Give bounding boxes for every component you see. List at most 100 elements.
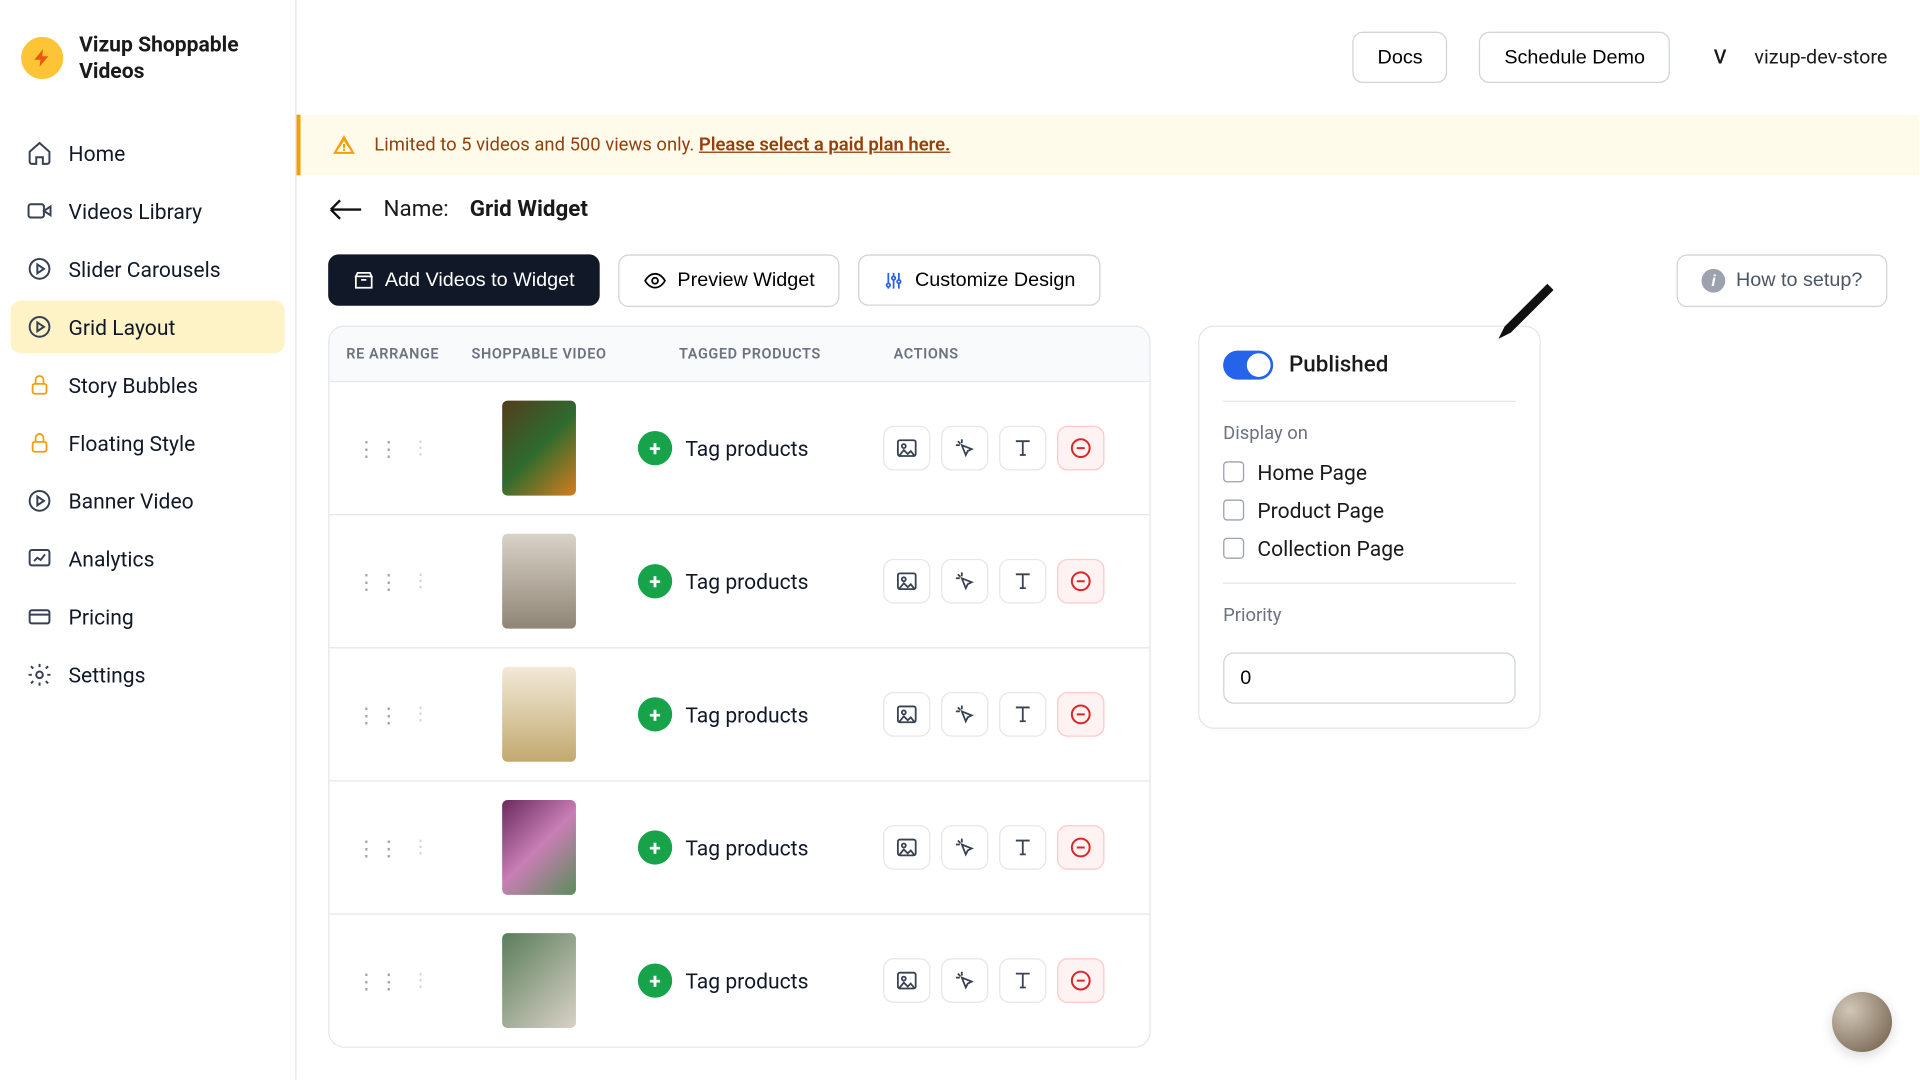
checkbox-icon[interactable] [1223, 538, 1244, 559]
checkbox-home-page[interactable]: Home Page [1223, 460, 1516, 485]
add-tag-button[interactable]: + [638, 963, 672, 997]
nav-label: Slider Carousels [69, 256, 221, 281]
image-action-button[interactable] [883, 825, 930, 870]
drag-handle-icon[interactable]: ⋮⋮ [356, 436, 401, 461]
checkbox-icon[interactable] [1223, 500, 1244, 521]
kebab-icon[interactable]: ⋮ [411, 704, 429, 725]
kebab-icon[interactable]: ⋮ [411, 970, 429, 991]
store-name: vizup-dev-store [1754, 45, 1887, 69]
preview-widget-button[interactable]: Preview Widget [618, 254, 840, 307]
add-tag-button[interactable]: + [638, 697, 672, 731]
published-row: Published [1223, 350, 1516, 401]
nav-label: Floating Style [69, 430, 196, 455]
nav-label: Story Bubbles [69, 372, 198, 397]
how-to-setup-button[interactable]: i How to setup? [1677, 254, 1888, 307]
gear-icon [26, 662, 52, 688]
customize-design-button[interactable]: Customize Design [858, 255, 1100, 306]
video-thumbnail[interactable] [502, 933, 576, 1028]
add-tag-button[interactable]: + [638, 431, 672, 465]
kebab-icon[interactable]: ⋮ [411, 571, 429, 592]
add-tag-button[interactable]: + [638, 830, 672, 864]
text-action-button[interactable] [999, 958, 1046, 1003]
checkbox-product-page[interactable]: Product Page [1223, 498, 1516, 523]
video-thumb-cell[interactable] [440, 534, 638, 629]
click-action-button[interactable] [941, 426, 988, 471]
video-thumbnail[interactable] [502, 667, 576, 762]
tag-label[interactable]: Tag products [685, 436, 808, 461]
add-videos-button[interactable]: Add Videos to Widget [328, 255, 599, 306]
text-action-button[interactable] [999, 825, 1046, 870]
click-action-button[interactable] [941, 825, 988, 870]
image-action-button[interactable] [883, 559, 930, 604]
tag-label[interactable]: Tag products [685, 835, 808, 860]
tagged-cell: + Tag products [638, 963, 862, 997]
play-circle-icon [26, 314, 52, 340]
delete-action-button[interactable] [1057, 958, 1104, 1003]
drag-handle-icon[interactable]: ⋮⋮ [356, 835, 401, 860]
delete-action-button[interactable] [1057, 692, 1104, 737]
nav-floating-style[interactable]: Floating Style [11, 416, 285, 469]
published-label: Published [1289, 352, 1388, 378]
logo-icon [21, 37, 63, 79]
tag-label[interactable]: Tag products [685, 569, 808, 594]
nav-home[interactable]: Home [11, 127, 285, 180]
nav-settings[interactable]: Settings [11, 648, 285, 701]
nav-label: Analytics [69, 546, 155, 571]
video-thumb-cell[interactable] [440, 800, 638, 895]
store-selector[interactable]: V vizup-dev-store [1702, 39, 1888, 76]
image-action-button[interactable] [883, 692, 930, 737]
upgrade-link[interactable]: Please select a paid plan here. [699, 134, 950, 155]
kebab-icon[interactable]: ⋮ [411, 438, 429, 459]
actions-cell [862, 825, 1134, 870]
kebab-icon[interactable]: ⋮ [411, 837, 429, 858]
nav-grid-layout[interactable]: Grid Layout [11, 301, 285, 354]
actions-cell [862, 692, 1134, 737]
rearrange-cell: ⋮⋮ ⋮ [345, 569, 440, 594]
schedule-demo-button[interactable]: Schedule Demo [1479, 32, 1670, 83]
video-thumbnail[interactable] [502, 800, 576, 895]
main: Docs Schedule Demo V vizup-dev-store Lim… [297, 0, 1919, 1079]
checkbox-icon[interactable] [1223, 462, 1244, 483]
video-thumbnail[interactable] [502, 534, 576, 629]
th-video: SHOPPABLE VIDEO [440, 345, 638, 362]
nav-banner-video[interactable]: Banner Video [11, 474, 285, 527]
nav-pricing[interactable]: Pricing [11, 590, 285, 643]
drag-handle-icon[interactable]: ⋮⋮ [356, 569, 401, 594]
video-thumb-cell[interactable] [440, 401, 638, 496]
text-action-button[interactable] [999, 426, 1046, 471]
nav-label: Banner Video [69, 488, 194, 513]
click-action-button[interactable] [941, 692, 988, 737]
nav-analytics[interactable]: Analytics [11, 532, 285, 585]
nav-videos-library[interactable]: Videos Library [11, 185, 285, 238]
drag-handle-icon[interactable]: ⋮⋮ [356, 702, 401, 727]
tag-label[interactable]: Tag products [685, 702, 808, 727]
nav-story-bubbles[interactable]: Story Bubbles [11, 358, 285, 411]
nav-slider-carousels[interactable]: Slider Carousels [11, 243, 285, 296]
click-action-button[interactable] [941, 958, 988, 1003]
logo[interactable]: Vizup Shoppable Videos [11, 21, 285, 95]
image-action-button[interactable] [883, 958, 930, 1003]
support-chat-avatar[interactable] [1832, 992, 1892, 1052]
th-rearrange: RE ARRANGE [345, 345, 440, 362]
click-action-button[interactable] [941, 559, 988, 604]
video-thumbnail[interactable] [502, 401, 576, 496]
video-thumb-cell[interactable] [440, 933, 638, 1028]
text-action-button[interactable] [999, 692, 1046, 737]
image-action-button[interactable] [883, 426, 930, 471]
delete-action-button[interactable] [1057, 426, 1104, 471]
text-action-button[interactable] [999, 559, 1046, 604]
published-toggle[interactable] [1223, 350, 1273, 379]
table-row: ⋮⋮ ⋮ + Tag products [330, 647, 1150, 780]
delete-action-button[interactable] [1057, 825, 1104, 870]
topbar: Docs Schedule Demo V vizup-dev-store [297, 0, 1919, 114]
checkbox-collection-page[interactable]: Collection Page [1223, 536, 1516, 561]
tag-label[interactable]: Tag products [685, 968, 808, 993]
delete-action-button[interactable] [1057, 559, 1104, 604]
docs-button[interactable]: Docs [1353, 32, 1448, 83]
priority-input[interactable] [1223, 652, 1516, 703]
drag-handle-icon[interactable]: ⋮⋮ [356, 968, 401, 993]
back-arrow-icon[interactable] [328, 197, 362, 221]
video-thumb-cell[interactable] [440, 667, 638, 762]
add-tag-button[interactable]: + [638, 564, 672, 598]
nav-label: Grid Layout [69, 314, 176, 339]
